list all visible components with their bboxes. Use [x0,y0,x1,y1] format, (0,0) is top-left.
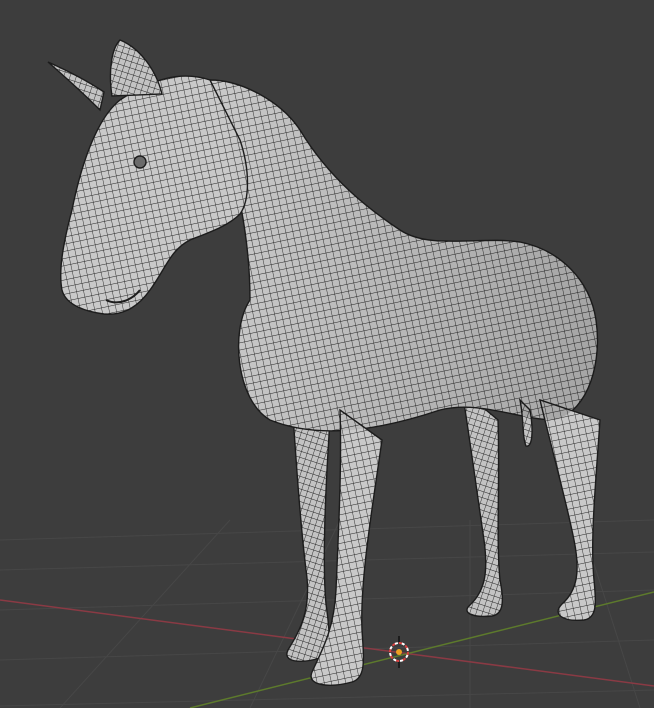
horse-eye [133,155,147,169]
3d-viewport[interactable] [0,0,654,708]
viewport-canvas[interactable] [0,0,654,708]
horse-mesh[interactable] [47,39,601,686]
